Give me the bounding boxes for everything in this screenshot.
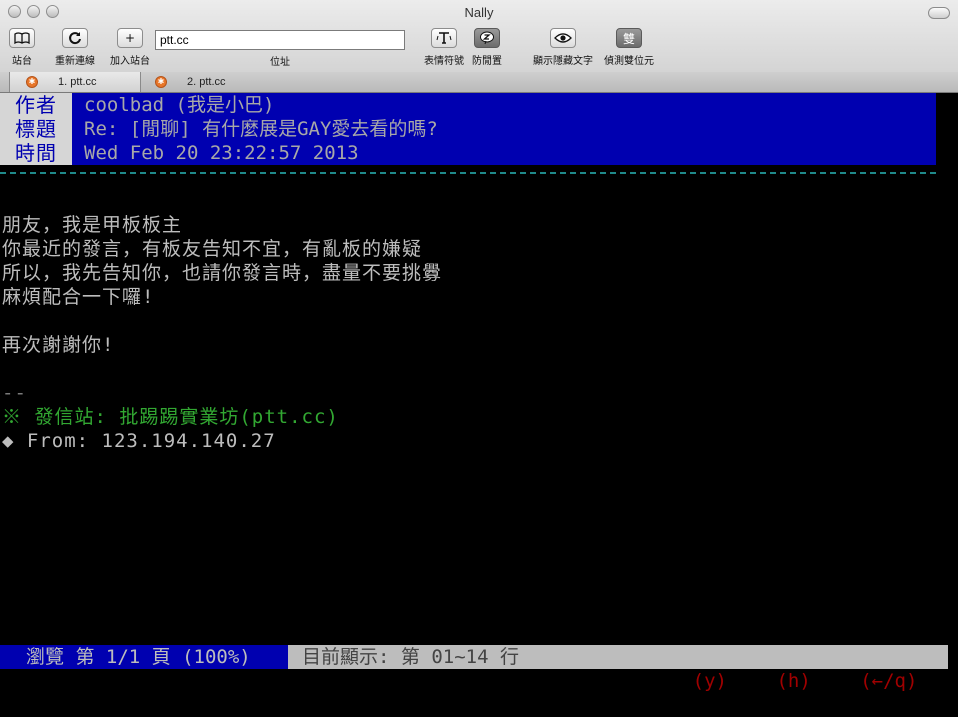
tab-2[interactable]: ✱ 2. ptt.cc <box>139 72 269 92</box>
body-line: 所以，我先告知你，也請你發言時，盡量不要挑釁 <box>2 262 443 284</box>
header-time-row: 時間 Wed Feb 20 23:22:57 2013 <box>0 141 936 165</box>
sites-label: 站台 <box>12 56 32 67</box>
reply-label[interactable]: 回信 <box>727 670 765 692</box>
tab-close-icon[interactable]: ✱ <box>155 76 167 88</box>
help-label[interactable]: 說明 <box>811 670 849 692</box>
body-line: 你最近的發言，有板友告知不宜，有亂板的嫌疑 <box>2 238 423 260</box>
sleep-bubble-icon[interactable] <box>474 28 500 48</box>
show-hidden-tool[interactable]: 顯示隱藏文字 <box>533 28 593 67</box>
title-value: Re: [閒聊] 有什麼展是GAY愛去看的嗎? <box>84 118 438 140</box>
tab-close-icon[interactable]: ✱ <box>26 76 38 88</box>
leave-label[interactable]: 離開 <box>917 670 955 692</box>
browse-status: 瀏覽 第 1/1 頁 (100%) <box>0 645 288 669</box>
help-key[interactable]: (h) <box>776 670 810 692</box>
sites-tool[interactable]: 站台 <box>9 28 35 67</box>
window-title: Nally <box>464 5 494 20</box>
tab-bar: ✱ 1. ptt.cc ✱ 2. ptt.cc <box>0 72 958 93</box>
eye-icon[interactable] <box>550 28 576 48</box>
detect-double-byte-tool[interactable]: 雙 偵測雙位元 <box>604 28 654 67</box>
reply-key[interactable]: (y) <box>693 670 727 692</box>
address-input[interactable]: ptt.cc <box>155 30 405 50</box>
author-key: 作者 <box>0 93 72 117</box>
address-label: 位址 <box>270 57 290 68</box>
title-key: 標題 <box>0 117 72 141</box>
detect-double-byte-label: 偵測雙位元 <box>604 56 654 67</box>
header-author-row: 作者 coolbad (我是小巴) <box>0 93 936 117</box>
tab-label: 1. ptt.cc <box>58 76 97 88</box>
time-key: 時間 <box>0 141 72 165</box>
body-line: 朋友，我是甲板板主 <box>2 214 183 236</box>
reconnect-label: 重新連線 <box>55 56 95 67</box>
author-value: coolbad (我是小巴) <box>84 94 275 116</box>
header-title-row: 標題 Re: [閒聊] 有什麼展是GAY愛去看的嗎? <box>0 117 936 141</box>
status-bar: 瀏覽 第 1/1 頁 (100%) 目前顯示: 第 01~14 行 (y)回信 … <box>0 645 958 692</box>
nally-window: Nally 站台 重新連線 + 加入站台 ptt.cc 位址 表情符號 防閒置 … <box>0 0 958 692</box>
tab-1[interactable]: ✱ 1. ptt.cc <box>9 72 141 92</box>
body-line: 再次謝謝你! <box>2 334 115 356</box>
add-site-tool[interactable]: + 加入站台 <box>110 28 150 67</box>
reconnect-tool[interactable]: 重新連線 <box>55 28 95 67</box>
emoticon-text-icon[interactable] <box>431 28 457 48</box>
body-line: 麻煩配合一下囉! <box>2 286 155 308</box>
toolbar-toggle-button[interactable] <box>928 7 950 19</box>
signature-separator: -- <box>2 382 27 404</box>
from-line: ◆ From: 123.194.140.27 <box>2 430 276 452</box>
emoticons-tool[interactable]: 表情符號 <box>424 28 464 67</box>
origin-line: ※ 發信站: 批踢踢實業坊(ptt.cc) <box>2 406 339 428</box>
anti-idle-tool[interactable]: 防閒置 <box>472 28 502 67</box>
double-byte-icon[interactable]: 雙 <box>616 28 642 48</box>
emoticons-label: 表情符號 <box>424 56 464 67</box>
time-value: Wed Feb 20 23:22:57 2013 <box>84 142 359 164</box>
leave-key[interactable]: (←/q) <box>860 670 917 692</box>
anti-idle-label: 防閒置 <box>472 56 502 67</box>
command-hints: (y)回信 (h)說明 (←/q)離開 <box>624 645 956 692</box>
tab-label: 2. ptt.cc <box>187 76 226 88</box>
add-site-label: 加入站台 <box>110 56 150 67</box>
show-hidden-label: 顯示隱藏文字 <box>533 56 593 67</box>
plus-icon[interactable]: + <box>117 28 143 48</box>
terminal-view[interactable]: 作者 coolbad (我是小巴) 標題 Re: [閒聊] 有什麼展是GAY愛去… <box>0 93 958 669</box>
book-icon[interactable] <box>9 28 35 48</box>
window-chrome: Nally 站台 重新連線 + 加入站台 ptt.cc 位址 表情符號 防閒置 … <box>0 0 958 73</box>
reload-icon[interactable] <box>62 28 88 48</box>
header-separator <box>0 172 936 174</box>
